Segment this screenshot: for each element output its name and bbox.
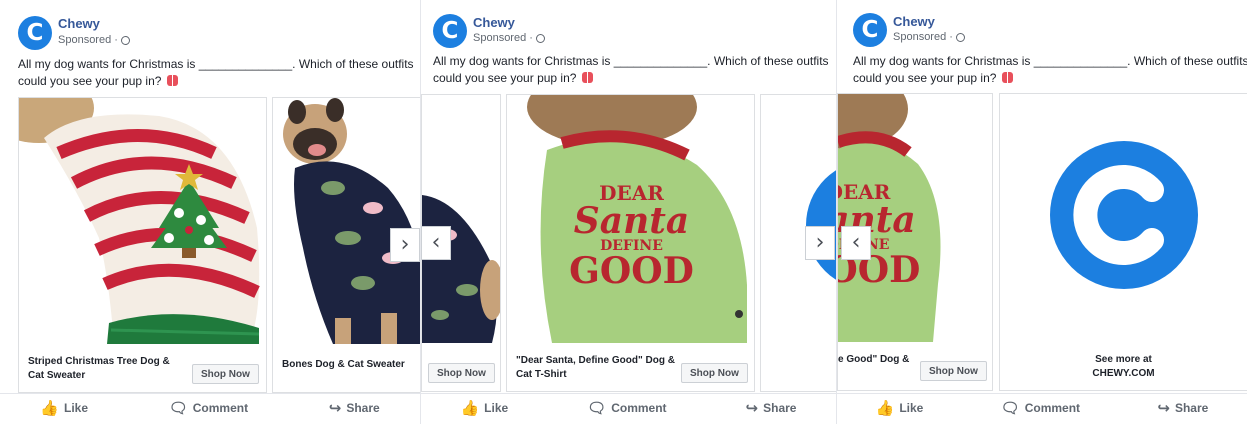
like-button[interactable]: 👍 Like <box>875 398 924 417</box>
ad-caption: All my dog wants for Christmas is ______… <box>853 54 1247 85</box>
card-title[interactable]: Bones Dog & Cat Sweater <box>282 358 405 372</box>
carousel-prev-button[interactable]: ‹ <box>421 226 451 260</box>
shop-now-button[interactable]: Shop Now <box>428 363 495 383</box>
ad-frame-3: C Chewy Sponsored · All my dog wants for… <box>836 0 1247 424</box>
share-button[interactable]: ↪ Share <box>328 398 380 417</box>
chevron-right-icon: › <box>400 232 410 257</box>
advertiser-name[interactable]: Chewy <box>473 15 515 30</box>
comment-button[interactable]: 🗨 Comment <box>168 398 248 417</box>
chewy-logo-icon[interactable]: C <box>433 14 467 48</box>
divider <box>421 393 836 394</box>
chewy-logo-icon[interactable]: C <box>853 13 887 47</box>
globe-icon <box>535 33 545 43</box>
sponsored-label: Sponsored · <box>893 31 965 43</box>
shirt-graphic: DEAR Santa DEFINE GOOD <box>569 181 694 292</box>
ad-caption: All my dog wants for Christmas is ______… <box>18 57 414 88</box>
chewy-logo-icon[interactable]: C <box>18 16 52 50</box>
like-icon: 👍 <box>460 398 480 417</box>
action-bar: 👍 Like 🗨 Comment ↪ Share <box>421 396 836 420</box>
ad-caption: All my dog wants for Christmas is ______… <box>433 54 829 85</box>
product-image-dear-santa-shirt[interactable]: DEAR Santa DEFINE GOOD <box>507 95 754 343</box>
product-image-dear-santa-shirt[interactable]: DEAR Santa DEFINE GOOD <box>838 94 992 342</box>
globe-icon <box>120 35 130 45</box>
product-image-bones-sweater[interactable] <box>273 98 420 344</box>
action-bar: 👍 Like 🗨 Comment ↪ Share <box>0 396 420 420</box>
chevron-left-icon: ‹ <box>851 230 861 255</box>
carousel-next-button[interactable]: › <box>805 226 835 260</box>
product-image-bones-sweater[interactable] <box>422 95 500 343</box>
carousel-card-dear-santa-shirt[interactable]: DEAR Santa DEFINE GOOD "Dear Santa, Defi… <box>506 94 755 392</box>
share-icon: ↪ <box>745 398 759 417</box>
divider <box>837 393 1247 394</box>
action-bar: 👍 Like 🗨 Comment ↪ Share <box>837 396 1247 420</box>
see-more-link[interactable]: See more at CHEWY.COM <box>1000 353 1247 381</box>
like-icon: 👍 <box>875 398 895 417</box>
chevron-left-icon: ‹ <box>431 230 441 255</box>
product-image-striped-sweater[interactable] <box>19 98 266 344</box>
carousel-next-button[interactable]: › <box>390 228 420 262</box>
comment-icon: 🗨 <box>168 398 188 417</box>
see-more-image[interactable] <box>761 95 836 343</box>
ad-frame-1: C Chewy Sponsored · All my dog wants for… <box>0 0 420 424</box>
gift-icon <box>1001 72 1013 83</box>
share-button[interactable]: ↪ Share <box>745 398 797 417</box>
shop-now-button[interactable]: Shop Now <box>192 364 259 384</box>
chevron-right-icon: › <box>815 230 825 255</box>
sponsored-label: Sponsored · <box>473 32 545 44</box>
gift-icon <box>166 75 178 86</box>
advertiser-name[interactable]: Chewy <box>893 14 935 29</box>
carousel-prev-button[interactable]: ‹ <box>841 226 871 260</box>
share-icon: ↪ <box>1157 398 1170 417</box>
comment-button[interactable]: 🗨 Comment <box>587 398 666 417</box>
share-icon: ↪ <box>328 398 342 417</box>
card-title[interactable]: Striped Christmas Tree Dog & Cat Sweater <box>28 355 170 383</box>
like-button[interactable]: 👍 Like <box>40 398 88 417</box>
comment-icon: 🗨 <box>1000 398 1020 417</box>
shop-now-button[interactable]: Shop Now <box>920 361 987 381</box>
globe-icon <box>955 32 965 42</box>
comment-icon: 🗨 <box>587 398 607 417</box>
see-more-image[interactable] <box>1000 94 1247 342</box>
shop-now-button[interactable]: Shop Now <box>681 363 748 383</box>
carousel-card-striped-sweater[interactable]: Striped Christmas Tree Dog & Cat Sweater… <box>18 97 267 393</box>
sponsored-label: Sponsored · <box>58 34 130 46</box>
like-button[interactable]: 👍 Like <box>460 398 508 417</box>
card-title[interactable]: "Dear Santa, Define Good" Dog & Cat T-Sh… <box>516 354 675 382</box>
divider <box>0 393 420 394</box>
ad-frame-2: C Chewy Sponsored · All my dog wants for… <box>420 0 836 424</box>
like-icon: 👍 <box>40 398 60 417</box>
share-button[interactable]: ↪ Share <box>1157 398 1208 417</box>
advertiser-name[interactable]: Chewy <box>58 16 100 31</box>
comment-button[interactable]: 🗨 Comment <box>1000 398 1080 417</box>
gift-icon <box>581 72 593 83</box>
card-title[interactable]: e Good" Dog & <box>838 353 909 367</box>
carousel-card-see-more[interactable]: See more at CHEWY.COM <box>999 93 1247 391</box>
